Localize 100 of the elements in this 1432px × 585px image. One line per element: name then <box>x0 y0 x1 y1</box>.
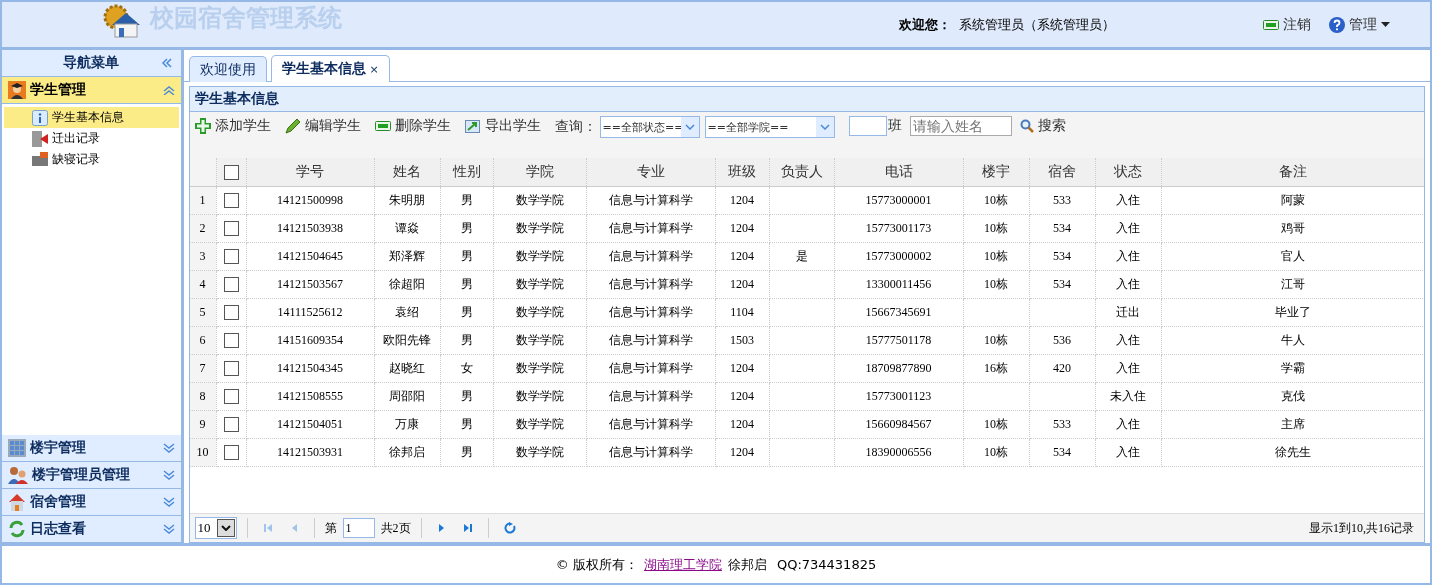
checkbox[interactable] <box>223 445 239 461</box>
admin-menu[interactable]: 管理 <box>1329 15 1390 34</box>
column-header[interactable]: 备注 <box>1161 158 1424 187</box>
column-header[interactable]: 状态 <box>1095 158 1161 187</box>
checkbox[interactable] <box>223 193 239 209</box>
table-cell <box>769 354 834 383</box>
column-header[interactable]: 电话 <box>834 158 963 187</box>
table-cell <box>769 410 834 439</box>
column-header[interactable]: 学号 <box>246 158 374 187</box>
caret-icon <box>1381 22 1390 27</box>
table-cell: 15667345691 <box>834 298 963 327</box>
class-field[interactable] <box>848 116 887 136</box>
column-header[interactable]: 楼宇 <box>963 158 1029 187</box>
logout-link[interactable]: 注销 <box>1263 15 1311 34</box>
table-cell: 徐邦启 <box>374 438 440 467</box>
row-number: 3 <box>189 242 216 271</box>
page-size-select[interactable]: 10 <box>194 517 237 539</box>
nav-item[interactable]: 缺寝记录 <box>4 149 179 170</box>
table-cell <box>769 438 834 467</box>
table-cell: 男 <box>440 438 493 467</box>
toolbar-button[interactable]: 导出学生 <box>464 116 541 136</box>
column-header[interactable]: 性别 <box>440 158 493 187</box>
welcome-label: 欢迎您： <box>899 15 951 34</box>
toolbar-button[interactable]: 编辑学生 <box>284 116 361 136</box>
table-cell: 入住 <box>1095 410 1161 439</box>
checkbox[interactable] <box>223 361 239 377</box>
users-icon <box>8 466 28 484</box>
table-cell: 数学学院 <box>493 214 586 243</box>
minus-icon <box>374 121 391 131</box>
table-cell <box>769 326 834 355</box>
table-cell: 信息与计算科学 <box>586 410 715 439</box>
toolbar-button[interactable]: 删除学生 <box>374 116 451 136</box>
refresh-icon <box>8 520 26 538</box>
collapse-icon <box>162 85 175 95</box>
table-cell: 男 <box>440 270 493 299</box>
table-cell: 14121500998 <box>246 186 374 215</box>
help-icon <box>1329 16 1345 33</box>
nav-item[interactable]: 学生基本信息 <box>4 107 179 128</box>
table-cell: 533 <box>1029 186 1095 215</box>
door-arrow-icon <box>32 130 48 147</box>
table-cell: 数学学院 <box>493 438 586 467</box>
checkbox[interactable] <box>223 305 239 321</box>
table-cell: 信息与计算科学 <box>586 438 715 467</box>
column-header[interactable]: 宿舍 <box>1029 158 1095 187</box>
checkbox[interactable] <box>223 333 239 349</box>
row-number: 6 <box>189 326 216 355</box>
column-header[interactable]: 负责人 <box>769 158 834 187</box>
table-cell: 男 <box>440 382 493 411</box>
accordion-header[interactable]: 宿舍管理 <box>2 489 181 516</box>
college-select[interactable]: ==全部学院== <box>704 116 835 138</box>
chevron-down-icon <box>220 525 231 531</box>
table-cell: 数学学院 <box>493 410 586 439</box>
table-cell: 536 <box>1029 326 1095 355</box>
table-cell: 534 <box>1029 214 1095 243</box>
search-button[interactable]: 搜索 <box>1019 116 1066 136</box>
table-cell: 15773000001 <box>834 186 963 215</box>
accordion-header[interactable]: 日志查看 <box>2 516 181 543</box>
user-name: 系统管理员（系统管理员） <box>959 15 1115 34</box>
nav-item[interactable]: 迁出记录 <box>4 128 179 149</box>
expand-icon <box>162 497 175 507</box>
minus-icon <box>1263 19 1279 30</box>
accordion-header[interactable]: 学生管理 <box>2 77 181 104</box>
table-cell: 信息与计算科学 <box>586 214 715 243</box>
checkbox[interactable] <box>223 249 239 265</box>
close-icon[interactable]: × <box>369 62 379 76</box>
table-cell: 15773000002 <box>834 242 963 271</box>
school-link[interactable]: 湖南理工学院 <box>643 555 722 574</box>
table-cell: 13300011456 <box>834 270 963 299</box>
table-cell: 毕业了 <box>1161 298 1424 327</box>
column-header[interactable]: 专业 <box>586 158 715 187</box>
checkbox[interactable] <box>223 165 239 181</box>
column-header[interactable]: 班级 <box>715 158 769 187</box>
pencil-icon <box>284 118 301 134</box>
toolbar-button[interactable]: 添加学生 <box>194 116 271 136</box>
column-header[interactable]: 姓名 <box>374 158 440 187</box>
bed-icon <box>32 151 48 168</box>
page-number-field[interactable]: 1 <box>342 518 375 538</box>
name-search-field[interactable]: 请输入姓名 <box>909 116 1012 136</box>
table-cell: 1204 <box>715 186 769 215</box>
table-cell <box>769 214 834 243</box>
accordion-header[interactable]: 楼宇管理员管理 <box>2 462 181 489</box>
tab[interactable]: 学生基本信息 × <box>270 55 390 82</box>
checkbox[interactable] <box>223 389 239 405</box>
checkbox[interactable] <box>223 277 239 293</box>
table-cell: 15777501178 <box>834 326 963 355</box>
table-cell: 数学学院 <box>493 382 586 411</box>
tab[interactable]: 欢迎使用 <box>188 56 267 82</box>
table-cell: 14151609354 <box>246 326 374 355</box>
collapse-icon[interactable] <box>160 58 173 68</box>
accordion-header[interactable]: 楼宇管理 <box>2 435 181 462</box>
chevron-down-icon <box>684 124 695 130</box>
table-cell: 533 <box>1029 410 1095 439</box>
column-header[interactable]: 学院 <box>493 158 586 187</box>
reload-icon[interactable] <box>503 522 516 534</box>
checkbox[interactable] <box>223 221 239 237</box>
table-cell: 10栋 <box>963 242 1029 271</box>
row-number: 5 <box>189 298 216 327</box>
last-page-icon[interactable] <box>462 523 473 533</box>
checkbox[interactable] <box>223 417 239 433</box>
table-cell: 14121503567 <box>246 270 374 299</box>
